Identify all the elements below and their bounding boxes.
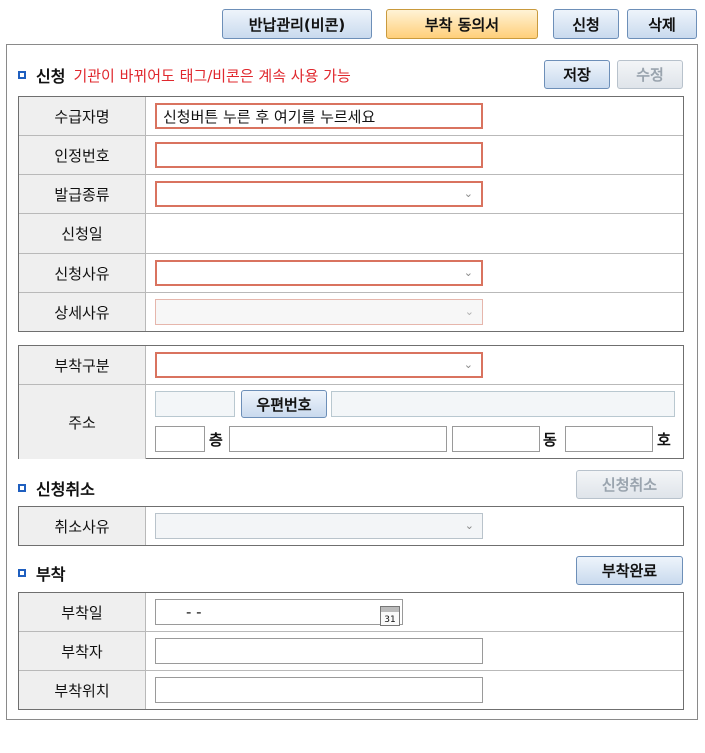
dong-suffix: 동 — [543, 431, 557, 449]
cancel-reason-select[interactable]: ⌄ — [155, 513, 483, 539]
reason-row: 신청사유 ⌄ — [19, 254, 683, 293]
apply-date-label: 신청일 — [19, 214, 146, 253]
ho-input[interactable] — [565, 426, 653, 452]
chevron-down-icon: ⌄ — [463, 186, 473, 200]
calendar-day-text: 31 — [384, 615, 396, 625]
section-bullet-icon — [18, 569, 26, 577]
recipient-input[interactable]: 신청버튼 누른 후 여기를 누르세요 — [155, 103, 483, 129]
attach-complete-button[interactable]: 부착완료 — [576, 556, 683, 585]
attach-location-input[interactable] — [155, 677, 483, 703]
section-bullet-icon — [18, 484, 26, 492]
attach-location-row: 부착위치 — [19, 671, 683, 709]
reason-label: 신청사유 — [19, 254, 146, 292]
attach-person-input[interactable] — [155, 638, 483, 664]
ho-suffix: 호 — [657, 431, 671, 449]
cancel-reason-label: 취소사유 — [19, 507, 146, 545]
attach-type-select[interactable]: ⌄ — [155, 352, 483, 378]
chevron-down-icon: ⌄ — [464, 518, 474, 532]
attach-table: 부착일 - - 부착자 부착위치 — [18, 592, 684, 710]
postal-code-input[interactable] — [155, 391, 235, 417]
dong-input[interactable] — [452, 426, 540, 452]
attach-date-label: 부착일 — [19, 593, 146, 631]
issue-type-select[interactable]: ⌄ — [155, 181, 483, 207]
issue-type-row: 발급종류 ⌄ — [19, 175, 683, 214]
address-label: 주소 — [19, 385, 146, 459]
delete-button[interactable]: 삭제 — [627, 9, 697, 39]
cert-number-input[interactable] — [155, 142, 483, 168]
attach-type-label: 부착구분 — [19, 346, 146, 384]
section-bullet-icon — [18, 71, 26, 79]
attach-location-label: 부착위치 — [19, 671, 146, 709]
address-row: 주소 우편번호 층 동 호 — [19, 385, 683, 459]
recipient-row: 수급자명 신청버튼 누른 후 여기를 누르세요 — [19, 97, 683, 136]
edit-button[interactable]: 수정 — [617, 60, 683, 89]
postal-code-button[interactable]: 우편번호 — [241, 390, 327, 418]
address-detail-input[interactable] — [229, 426, 447, 452]
attach-date-input[interactable]: - - — [155, 599, 403, 625]
attach-title-text: 부착 — [36, 565, 66, 584]
return-management-button[interactable]: 반납관리(비콘) — [222, 9, 372, 39]
attach-person-row: 부착자 — [19, 632, 683, 671]
floor-input[interactable] — [155, 426, 205, 452]
apply-section-title: 신청 기관이 바뀌어도 태그/비콘은 계속 사용 가능 — [18, 63, 351, 87]
recipient-label: 수급자명 — [19, 97, 146, 135]
cert-number-label: 인정번호 — [19, 136, 146, 174]
chevron-down-icon: ⌄ — [463, 265, 473, 279]
attach-type-row: 부착구분 ⌄ — [19, 346, 683, 385]
consent-form-button[interactable]: 부착 동의서 — [386, 9, 538, 39]
address-table: 부착구분 ⌄ 주소 우편번호 층 동 호 — [18, 345, 684, 459]
detail-reason-select[interactable]: ⌄ — [155, 299, 483, 325]
cancel-title-text: 신청취소 — [36, 480, 95, 499]
attach-section-title: 부착 — [18, 561, 65, 585]
detail-reason-row: 상세사유 ⌄ — [19, 293, 683, 331]
attach-date-row: 부착일 - - — [19, 593, 683, 632]
cancel-section-title: 신청취소 — [18, 476, 95, 500]
floor-suffix: 층 — [209, 431, 223, 449]
cancel-application-button[interactable]: 신청취소 — [576, 470, 683, 499]
detail-reason-label: 상세사유 — [19, 293, 146, 331]
cert-number-row: 인정번호 — [19, 136, 683, 175]
cancel-table: 취소사유 ⌄ — [18, 506, 684, 546]
apply-table: 수급자명 신청버튼 누른 후 여기를 누르세요 인정번호 발급종류 ⌄ 신청일 … — [18, 96, 684, 332]
apply-note-text: 기관이 바뀌어도 태그/비콘은 계속 사용 가능 — [73, 66, 351, 85]
attach-person-label: 부착자 — [19, 632, 146, 670]
apply-date-row: 신청일 — [19, 214, 683, 254]
apply-title-text: 신청 — [36, 67, 66, 86]
save-button[interactable]: 저장 — [544, 60, 610, 89]
cancel-reason-row: 취소사유 ⌄ — [19, 507, 683, 545]
address-main-input[interactable] — [331, 391, 675, 417]
reason-select[interactable]: ⌄ — [155, 260, 483, 286]
apply-button[interactable]: 신청 — [553, 9, 619, 39]
chevron-down-icon: ⌄ — [463, 357, 473, 371]
calendar-icon[interactable]: 31 — [380, 606, 400, 626]
issue-type-label: 발급종류 — [19, 175, 146, 213]
chevron-down-icon: ⌄ — [464, 304, 474, 318]
